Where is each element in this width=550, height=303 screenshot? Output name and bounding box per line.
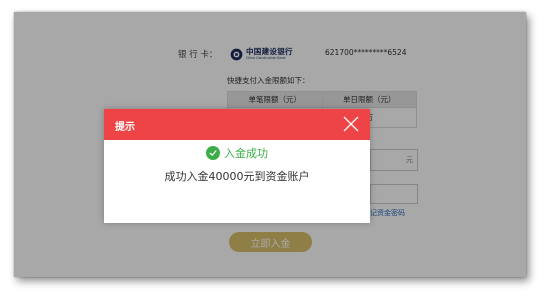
close-icon[interactable] bbox=[341, 114, 361, 134]
dialog-message: 成功入金40000元到资金账户 bbox=[164, 170, 310, 183]
dialog-header: 提示 bbox=[104, 109, 370, 140]
dialog-title: 提示 bbox=[115, 122, 135, 133]
browser-frame: 银 行 卡： 中国建设银行 China Construction Bank 62… bbox=[14, 12, 526, 277]
status-row: 入金成功 bbox=[104, 145, 370, 161]
check-icon bbox=[206, 146, 220, 160]
status-text: 入金成功 bbox=[224, 147, 268, 160]
success-dialog: 提示 入金成功 成功入金40000元到资金账户 bbox=[104, 109, 370, 223]
